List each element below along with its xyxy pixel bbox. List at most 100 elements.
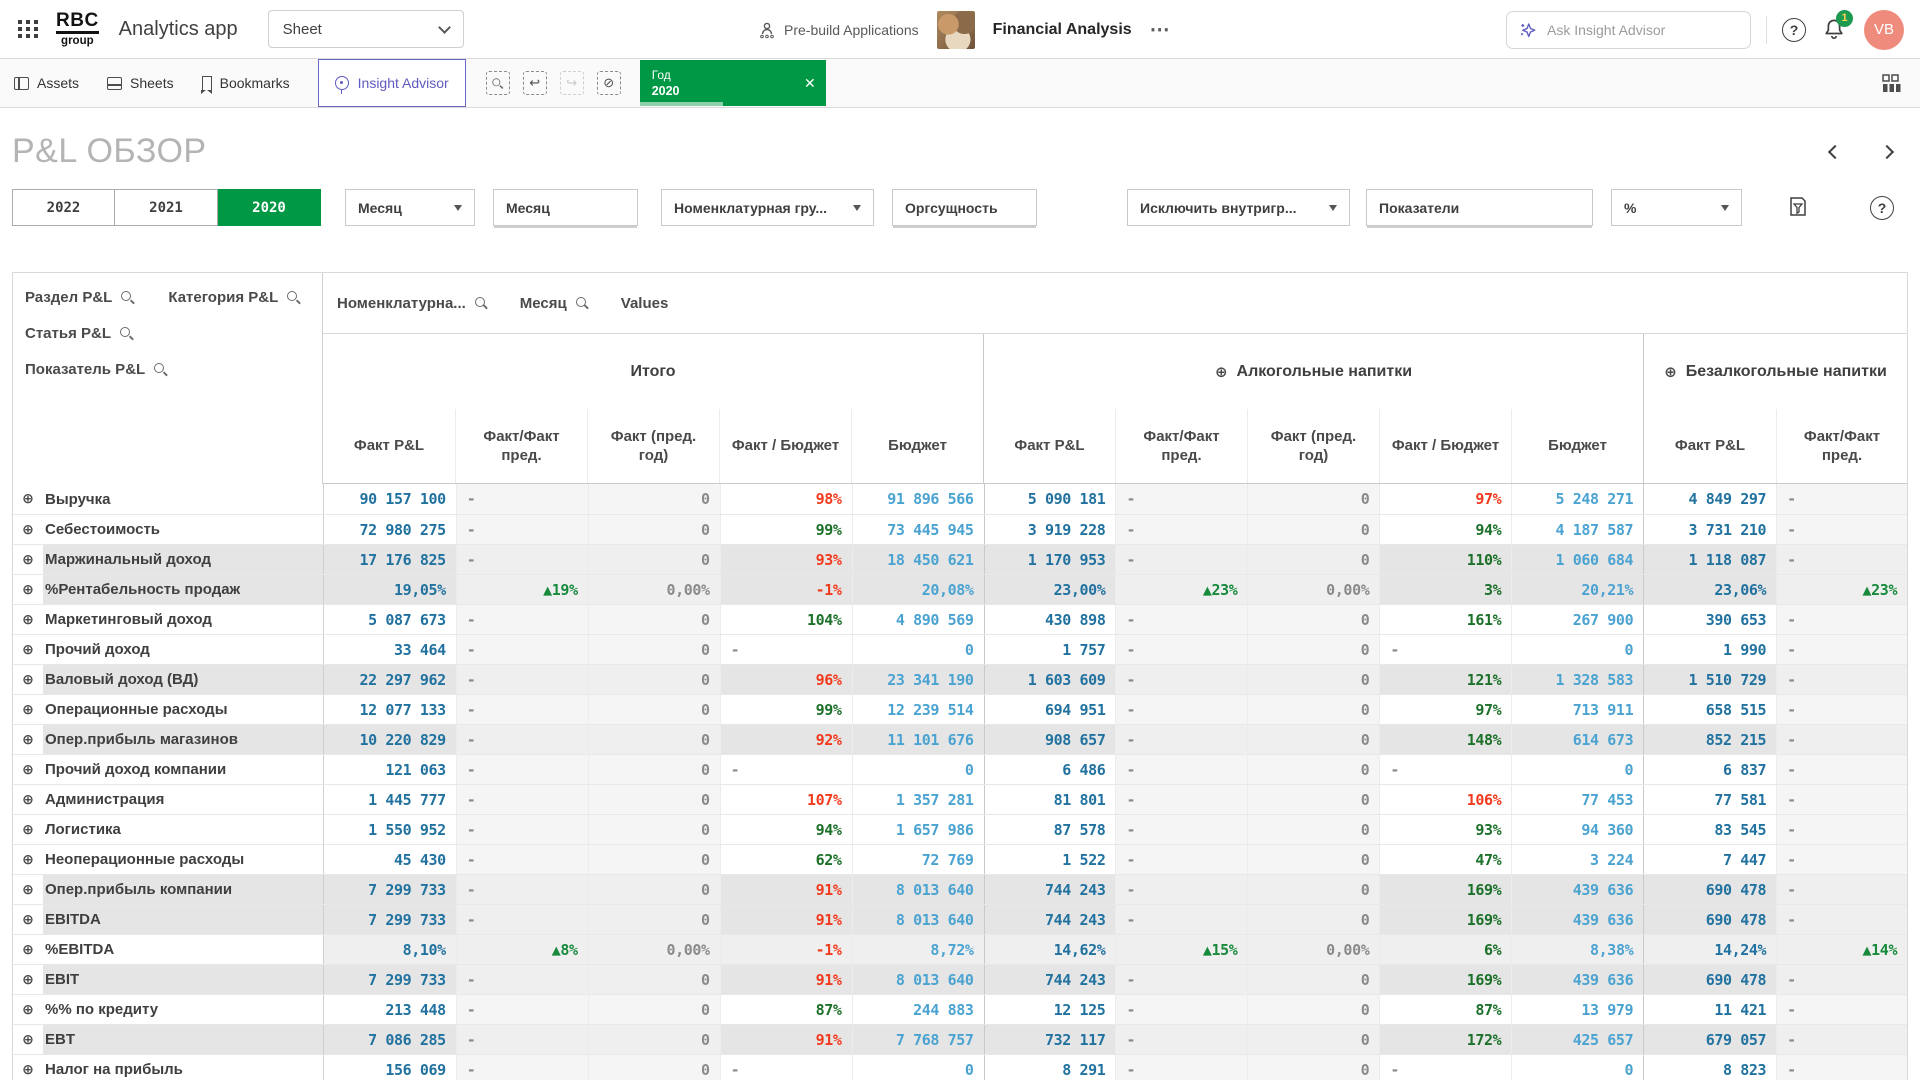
row-label[interactable]: Выручка [43, 484, 324, 514]
row-label[interactable]: %% по кредиту [43, 995, 324, 1024]
step-forward-selection-icon[interactable]: ↪ [560, 71, 584, 95]
row-label[interactable]: EBITDA [43, 905, 324, 934]
search-icon[interactable] [475, 297, 488, 310]
measure-header[interactable]: Факт (пред. год) [587, 409, 719, 483]
column-group-1[interactable]: Итого [323, 334, 983, 409]
indicators-listbox[interactable]: Показатели [1366, 189, 1593, 226]
sheet-grid-icon[interactable] [1881, 73, 1902, 94]
help-icon-filters[interactable]: ? [1870, 196, 1894, 220]
search-icon[interactable] [120, 327, 133, 340]
column-group-3[interactable]: ⊕Безалкогольные напитки [1643, 334, 1907, 409]
avatar[interactable]: VB [1864, 10, 1904, 50]
row-label[interactable]: Маркетинговый доход [43, 605, 324, 634]
expand-row-icon[interactable]: ⊕ [22, 642, 34, 658]
expand-row-icon[interactable]: ⊕ [22, 1062, 34, 1078]
close-icon[interactable]: ✕ [804, 75, 816, 92]
row-label[interactable]: EBIT [43, 965, 324, 994]
measure-header[interactable]: Факт P&L [983, 409, 1115, 483]
measure-header[interactable]: Факт/Факт пред. [1776, 409, 1907, 483]
column-dim-nomenclature[interactable]: Номенклатурна... [337, 295, 488, 312]
search-icon[interactable] [154, 363, 167, 376]
dim-filter-article[interactable]: Статья P&L [25, 325, 133, 342]
measure-header[interactable]: Бюджет [1511, 409, 1643, 483]
expand-row-icon[interactable]: ⊕ [22, 672, 34, 688]
row-label[interactable]: Валовый доход (ВД) [43, 665, 324, 694]
notifications-icon[interactable]: 1 [1821, 16, 1849, 44]
select-zoom-icon[interactable] [486, 71, 510, 95]
month-listbox[interactable]: Месяц [493, 189, 638, 226]
org-entity-listbox[interactable]: Оргсущность [892, 189, 1037, 226]
search-icon[interactable] [121, 291, 134, 304]
app-launcher-icon[interactable] [16, 17, 40, 41]
sheet-selector-dropdown[interactable]: Sheet [268, 10, 464, 48]
expand-row-icon[interactable]: ⊕ [22, 822, 34, 838]
row-label[interactable]: EBT [43, 1025, 324, 1054]
selections-tool-icon[interactable] [1788, 196, 1808, 220]
measure-header[interactable]: Факт P&L [1643, 409, 1776, 483]
expand-row-icon[interactable]: ⊕ [22, 792, 34, 808]
row-label[interactable]: %Рентабельность продаж [43, 575, 324, 604]
tab-sheets[interactable]: Sheets [107, 75, 174, 91]
insight-advisor-search[interactable] [1506, 11, 1751, 49]
expand-row-icon[interactable]: ⊕ [22, 1032, 34, 1048]
month-dropdown[interactable]: Месяц [345, 189, 475, 226]
help-icon[interactable]: ? [1782, 18, 1806, 42]
expand-row-icon[interactable]: ⊕ [22, 522, 34, 538]
measure-header[interactable]: Бюджет [851, 409, 983, 483]
row-label[interactable]: Налог на прибыль [43, 1055, 324, 1080]
expand-group-icon[interactable]: ⊕ [1215, 363, 1228, 381]
measure-header[interactable]: Факт P&L [323, 409, 455, 483]
expand-row-icon[interactable]: ⊕ [22, 612, 34, 628]
selection-chip-year[interactable]: Год 2020 ✕ [640, 60, 826, 106]
search-icon[interactable] [287, 291, 300, 304]
year-button-2021[interactable]: 2021 [115, 189, 218, 226]
insight-advisor-button[interactable]: Insight Advisor [318, 59, 466, 107]
more-menu-icon[interactable]: ⋯ [1150, 17, 1170, 42]
row-label[interactable]: Операционные расходы [43, 695, 324, 724]
expand-row-icon[interactable]: ⊕ [22, 852, 34, 868]
expand-row-icon[interactable]: ⊕ [22, 882, 34, 898]
exclude-intragroup-dropdown[interactable]: Исключить внутригр... [1127, 189, 1350, 226]
row-label[interactable]: Маржинальный доход [43, 545, 324, 574]
measure-header[interactable]: Факт / Бюджет [1379, 409, 1511, 483]
dim-filter-section[interactable]: Раздел P&L [25, 289, 134, 306]
row-label[interactable]: Прочий доход [43, 635, 324, 664]
next-sheet-icon[interactable] [1880, 144, 1894, 158]
step-back-selection-icon[interactable]: ↩ [523, 71, 547, 95]
row-label[interactable]: Прочий доход компании [43, 755, 324, 784]
row-label[interactable]: Администрация [43, 785, 324, 814]
tab-bookmarks[interactable]: Bookmarks [202, 75, 290, 91]
clear-selections-icon[interactable]: ⊘ [597, 71, 621, 95]
row-label[interactable]: Опер.прибыль компании [43, 875, 324, 904]
measure-header[interactable]: Факт (пред. год) [1247, 409, 1379, 483]
row-label[interactable]: %EBITDA [43, 935, 324, 964]
expand-row-icon[interactable]: ⊕ [22, 762, 34, 778]
dim-filter-category[interactable]: Категория P&L [168, 289, 300, 306]
row-label[interactable]: Себестоимость [43, 515, 324, 544]
row-label[interactable]: Опер.прибыль магазинов [43, 725, 324, 754]
column-group-2[interactable]: ⊕Алкогольные напитки [983, 334, 1643, 409]
row-label[interactable]: Логистика [43, 815, 324, 844]
expand-row-icon[interactable]: ⊕ [22, 732, 34, 748]
search-icon[interactable] [576, 297, 589, 310]
search-input[interactable] [1547, 22, 1717, 38]
expand-row-icon[interactable]: ⊕ [22, 1002, 34, 1018]
previous-sheet-icon[interactable] [1828, 144, 1842, 158]
measure-header[interactable]: Факт/Факт пред. [1115, 409, 1247, 483]
expand-row-icon[interactable]: ⊕ [22, 582, 34, 598]
measure-header[interactable]: Факт/Факт пред. [455, 409, 587, 483]
expand-row-icon[interactable]: ⊕ [22, 552, 34, 568]
expand-row-icon[interactable]: ⊕ [22, 491, 34, 507]
row-label[interactable]: Неоперационные расходы [43, 845, 324, 874]
percent-dropdown[interactable]: % [1611, 189, 1742, 226]
tab-assets[interactable]: Assets [14, 75, 79, 91]
prebuild-applications-link[interactable]: Pre-build Applications [758, 21, 919, 39]
year-button-2022[interactable]: 2022 [12, 189, 115, 226]
nomenclature-dropdown[interactable]: Номенклатурная гру... [661, 189, 874, 226]
year-button-2020[interactable]: 2020 [218, 189, 321, 226]
expand-group-icon[interactable]: ⊕ [1664, 363, 1677, 381]
measure-header[interactable]: Факт / Бюджет [719, 409, 851, 483]
column-dim-month[interactable]: Месяц [520, 295, 589, 312]
dim-filter-indicator[interactable]: Показатель P&L [25, 361, 167, 378]
expand-row-icon[interactable]: ⊕ [22, 912, 34, 928]
